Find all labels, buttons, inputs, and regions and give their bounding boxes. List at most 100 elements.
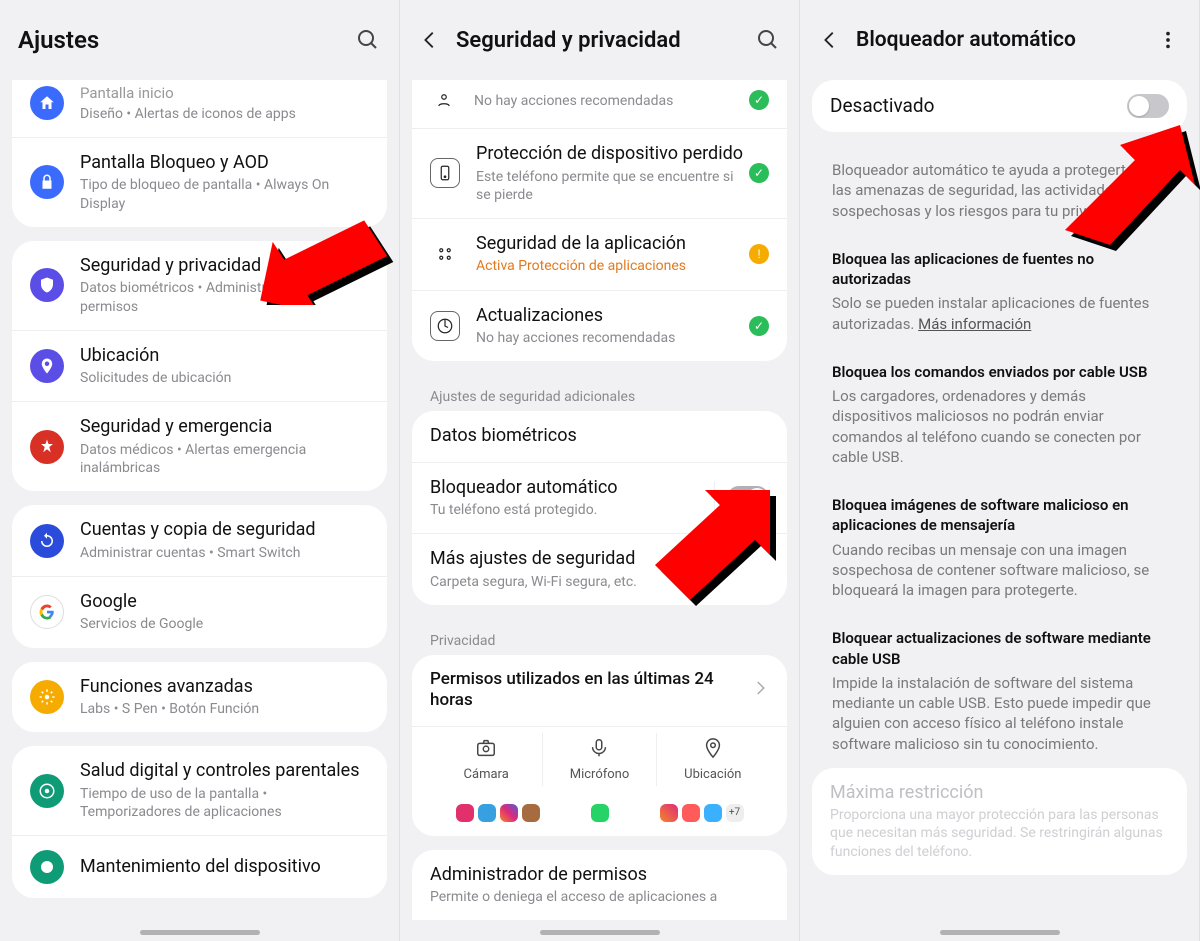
row-lost-device[interactable]: Protección de dispositivo perdido Este t…	[412, 129, 787, 219]
header: Bloqueador automático	[800, 0, 1199, 80]
row-sub: Tipo de bloqueo de pantalla • Always On …	[80, 176, 369, 212]
row-sub: Activa Protección de aplicaciones	[476, 257, 743, 275]
row-biometrics[interactable]: Datos biométricos	[412, 411, 787, 463]
more-icon[interactable]	[1155, 27, 1181, 53]
row-accounts-backup[interactable]: Cuentas y copia de seguridad Administrar…	[12, 505, 387, 577]
screen-security-privacy: Seguridad y privacidad No hay acciones r…	[400, 0, 800, 941]
row-title: Seguridad y privacidad	[80, 255, 369, 278]
location-pin-icon	[702, 737, 724, 759]
group-display: Pantalla inicio Diseño • Alertas de icon…	[12, 80, 387, 227]
info-body: Cuando recibas un mensaje con una imagen…	[832, 541, 1149, 600]
group-additional: Datos biométricos Bloqueador automático …	[412, 411, 787, 605]
section-header: Ajustes de seguridad adicionales	[412, 375, 787, 411]
find-device-icon	[430, 158, 460, 188]
permission-categories: Cámara Micrófono Ubicación	[412, 727, 787, 804]
status-warn-icon: !	[749, 244, 769, 264]
row-title: Bloqueador automático	[430, 477, 702, 500]
row-title: Funciones avanzadas	[80, 676, 369, 699]
row-title: Salud digital y controles parentales	[80, 760, 369, 783]
device-care-icon	[30, 850, 64, 884]
person-shield-icon	[430, 86, 458, 114]
shield-icon	[30, 268, 64, 302]
info-heading: Bloquea los comandos enviados por cable …	[832, 362, 1167, 382]
perm-camera[interactable]: Cámara	[430, 733, 543, 786]
info-heading: Bloquea las aplicaciones de fuentes no a…	[832, 249, 1167, 290]
sync-icon	[30, 524, 64, 558]
search-icon[interactable]	[355, 27, 381, 53]
row-title: Seguridad de la aplicación	[476, 233, 743, 256]
row-title: Más ajustes de seguridad	[430, 548, 769, 571]
screen-settings: Ajustes Pantalla inicio Diseño • Alertas…	[0, 0, 400, 941]
back-icon[interactable]	[818, 28, 842, 52]
row-app-security[interactable]: Seguridad de la aplicación Activa Protec…	[412, 219, 787, 291]
perm-label: Micrófono	[547, 767, 651, 782]
group-accounts: Cuentas y copia de seguridad Administrar…	[12, 505, 387, 647]
row-device-care[interactable]: Mantenimiento del dispositivo	[12, 836, 387, 898]
perm-location[interactable]: Ubicación	[657, 733, 769, 786]
home-indicator	[140, 930, 260, 935]
group-advanced: Funciones avanzadas Labs • S Pen • Botón…	[12, 662, 387, 733]
chevron-right-icon	[751, 679, 769, 701]
emergency-icon	[30, 430, 64, 464]
row-lock-aod[interactable]: Pantalla Bloqueo y AOD Tipo de bloqueo d…	[12, 138, 387, 227]
group-status: No hay acciones recomendadas ✓ Protecció…	[412, 80, 787, 361]
perm-microphone[interactable]: Micrófono	[543, 733, 656, 786]
block-malicious-images: Bloquea imágenes de software malicioso e…	[812, 481, 1187, 614]
row-sub: Tiempo de uso de la pantalla • Temporiza…	[80, 785, 369, 821]
intro-text: Bloqueador automático te ayuda a protege…	[812, 146, 1187, 235]
block-unauthorized-apps: Bloquea las aplicaciones de fuentes no a…	[812, 235, 1187, 348]
row-security-privacy[interactable]: Seguridad y privacidad Datos biométricos…	[12, 241, 387, 331]
row-title: Actualizaciones	[476, 305, 743, 328]
apps-icon	[430, 239, 460, 269]
perm-label: Cámara	[434, 767, 538, 782]
block-usb-updates: Bloquear actualizaciones de software med…	[812, 614, 1187, 768]
row-more-security[interactable]: Más ajustes de seguridad Carpeta segura,…	[412, 534, 787, 605]
search-icon[interactable]	[755, 27, 781, 53]
row-home-screen[interactable]: Pantalla inicio Diseño • Alertas de icon…	[12, 80, 387, 138]
page-title: Ajustes	[18, 26, 355, 54]
microphone-icon	[588, 737, 610, 759]
row-title: Datos biométricos	[430, 425, 769, 448]
row-permission-manager[interactable]: Administrador de permisos Permite o deni…	[412, 850, 787, 921]
more-apps-badge[interactable]: +7	[726, 804, 744, 822]
row-title: Máxima restricción	[830, 782, 1169, 805]
row-updates[interactable]: Actualizaciones No hay acciones recomend…	[412, 291, 787, 362]
info-body: Los cargadores, ordenadores y demás disp…	[832, 387, 1141, 466]
row-emergency[interactable]: Seguridad y emergencia Datos médicos • A…	[12, 402, 387, 491]
toggle-label: Desactivado	[830, 94, 1127, 118]
row-title: Mantenimiento del dispositivo	[80, 856, 369, 879]
row-digital-wellbeing[interactable]: Salud digital y controles parentales Tie…	[12, 746, 387, 836]
row-title: Cuentas y copia de seguridad	[80, 519, 369, 542]
row-google[interactable]: Google Servicios de Google	[12, 577, 387, 648]
row-security-status[interactable]: No hay acciones recomendadas ✓	[412, 80, 787, 129]
row-title: Pantalla inicio	[80, 84, 369, 103]
row-sub: Este teléfono permite que se encuentre s…	[476, 168, 743, 204]
row-permissions-24h[interactable]: Permisos utilizados en las últimas 24 ho…	[412, 655, 787, 727]
group-privacy: Permisos utilizados en las últimas 24 ho…	[412, 655, 787, 836]
row-advanced-features[interactable]: Funciones avanzadas Labs • S Pen • Botón…	[12, 662, 387, 733]
security-list: No hay acciones recomendadas ✓ Protecció…	[400, 80, 799, 941]
google-icon	[30, 595, 64, 629]
row-auto-blocker[interactable]: Bloqueador automático Tu teléfono está p…	[412, 463, 787, 535]
status-ok-icon: ✓	[749, 316, 769, 336]
block-usb-commands: Bloquea los comandos enviados por cable …	[812, 348, 1187, 481]
main-toggle[interactable]	[1127, 94, 1169, 118]
row-sub: Carpeta segura, Wi-Fi segura, etc.	[430, 573, 769, 591]
row-sub: No hay acciones recomendadas	[476, 329, 743, 347]
row-title: Pantalla Bloqueo y AOD	[80, 152, 369, 175]
screen-auto-blocker: Bloqueador automático Desactivado Bloque…	[800, 0, 1200, 941]
home-indicator	[540, 930, 660, 935]
settings-list: Pantalla inicio Diseño • Alertas de icon…	[0, 80, 399, 941]
row-sub: Permite o deniega el acceso de aplicacio…	[430, 888, 769, 906]
row-sub: Datos biométricos • Administrador de per…	[80, 279, 369, 315]
row-sub: Proporciona una mayor protección para la…	[830, 806, 1169, 861]
header: Seguridad y privacidad	[400, 0, 799, 80]
wellbeing-icon	[30, 774, 64, 808]
auto-blocker-toggle[interactable]	[727, 486, 769, 510]
auto-blocker-content: Desactivado Bloqueador automático te ayu…	[800, 80, 1199, 941]
more-info-link[interactable]: Más información	[918, 315, 1031, 333]
status-ok-icon: ✓	[749, 163, 769, 183]
back-icon[interactable]	[418, 28, 442, 52]
row-main-toggle[interactable]: Desactivado	[812, 80, 1187, 132]
row-location[interactable]: Ubicación Solicitudes de ubicación	[12, 331, 387, 403]
